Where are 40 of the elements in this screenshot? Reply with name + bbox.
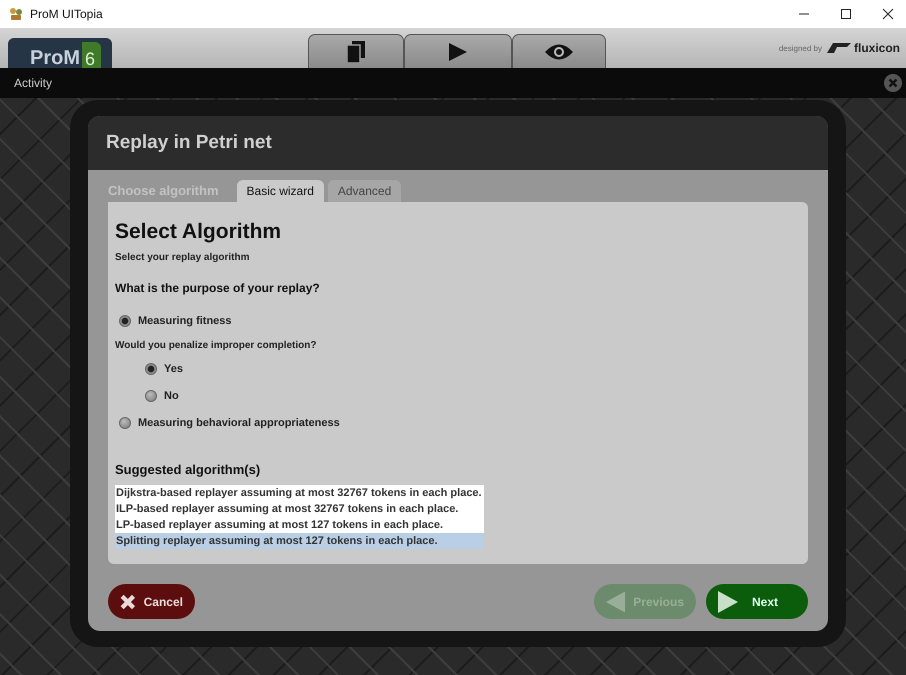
radio-button[interactable] [119,314,131,326]
credit-text: designed by [778,44,822,52]
brand-name: fluxicon [854,41,900,55]
copy-icon [347,40,365,62]
section-heading: Suggested algorithm(s) [115,462,262,477]
question: What is the purpose of your replay? [115,281,321,295]
list-item[interactable]: LP-based replayer assuming at most 127 tokens in each place. [115,517,484,533]
tab[interactable]: Advanced [328,180,402,202]
maximize-icon[interactable] [840,8,852,20]
app-icon [8,6,24,22]
dialog-title: Replay in Petri net [106,132,272,154]
left-arrow-icon [606,590,626,612]
cancel-button[interactable]: Cancel [108,584,195,619]
window-title: ProM UITopia [30,7,103,21]
list-item[interactable]: Splitting replayer assuming at most 127 tokens in each place. [115,533,484,549]
close-icon[interactable] [882,8,894,20]
heading: Select Algorithm [115,220,282,244]
brand-logo-icon [824,42,851,54]
radio-button[interactable] [119,416,131,428]
radio-label: Measuring fitness [138,314,232,326]
radio-button[interactable] [145,390,157,402]
activity-title: Activity [14,76,52,90]
logo-name: ProM [30,48,80,68]
list-item[interactable]: ILP-based replayer assuming at most 32767 tokens in each place. [115,501,484,517]
copy-tab[interactable] [308,34,404,68]
play-icon [448,42,468,62]
radio-label: Yes [164,362,183,374]
tab[interactable]: Basic wizard [236,180,324,202]
subheading: Select your replay algorithm [115,252,250,263]
question: Would you penalize improper completion? [115,340,318,351]
radio-button[interactable] [145,362,157,374]
radio-label: Measuring behavioral appropriateness [138,416,340,428]
play-tab[interactable] [404,34,512,68]
play-icon [718,590,738,612]
radio-label: No [164,390,179,402]
eye-icon [544,42,574,60]
next-button[interactable]: Next [706,584,808,619]
list-item[interactable]: Dijkstra-based replayer assuming at most 32767 tokens in each place. [115,485,484,501]
eye-tab[interactable] [512,34,606,68]
logo-version: 6 [82,42,102,68]
